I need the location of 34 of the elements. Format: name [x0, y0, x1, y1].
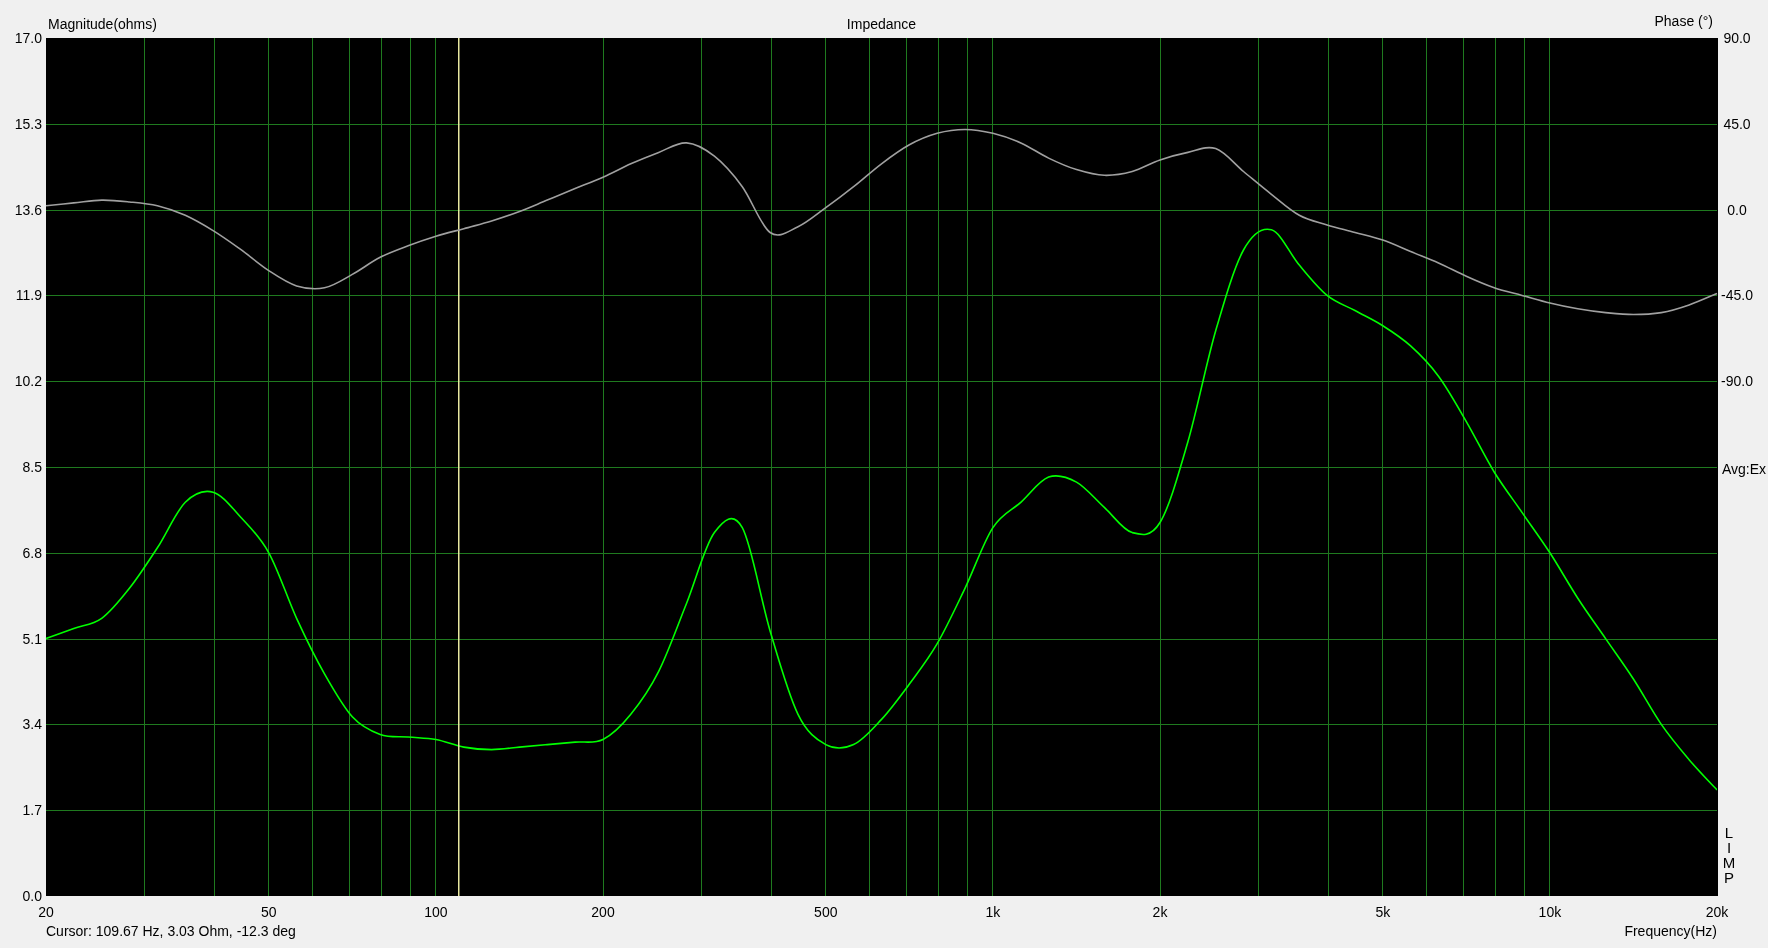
chart-title: Impedance [846, 16, 917, 32]
x-tick-label: 20k [1705, 904, 1729, 920]
x-tick-label: 2k [1152, 904, 1168, 920]
y-tick-label: 11.9 [15, 287, 42, 304]
phase-tick-label: -45.0 [1721, 287, 1753, 304]
y-tick-label: 1.7 [22, 802, 42, 819]
y-tick-label: 13.6 [14, 201, 42, 218]
x-tick-label: 500 [814, 904, 838, 920]
phase-tick-label: 90.0 [1723, 30, 1751, 46]
cursor-readout: Cursor: 109.67 Hz, 3.03 Ohm, -12.3 deg [46, 923, 296, 939]
x-tick-label: 100 [424, 904, 448, 920]
x-axis-title: Frequency(Hz) [1624, 923, 1717, 939]
average-label: Avg:Ex [1722, 461, 1767, 477]
y-tick-label: 0.0 [22, 888, 42, 904]
phase-tick-label: -90.0 [1721, 373, 1753, 390]
logo-text: LIMP [1722, 824, 1736, 886]
x-tick-label: 50 [261, 904, 277, 920]
cursor-line[interactable] [458, 38, 460, 896]
phase-tick-label: 45.0 [1723, 115, 1751, 132]
x-tick-label: 10k [1538, 904, 1562, 920]
x-tick-label: 200 [591, 904, 615, 920]
y-tick-label: 3.4 [22, 716, 42, 733]
y-tick-label: 5.1 [22, 630, 42, 647]
phase-tick-label: 0.0 [1727, 201, 1747, 218]
y-tick-label: 8.5 [22, 459, 42, 475]
y-tick-label: 15.3 [14, 115, 42, 132]
x-tick-label: 1k [985, 904, 1001, 920]
x-tick-label: 5k [1375, 904, 1391, 920]
y-axis-title: Magnitude(ohms) [48, 16, 157, 32]
y-tick-label: 17.0 [14, 30, 42, 46]
phase-axis-title: Phase (°) [1654, 13, 1713, 29]
y-tick-label: 6.8 [22, 544, 42, 561]
y-tick-label: 10.2 [14, 373, 42, 390]
x-tick-label: 20 [38, 904, 54, 920]
